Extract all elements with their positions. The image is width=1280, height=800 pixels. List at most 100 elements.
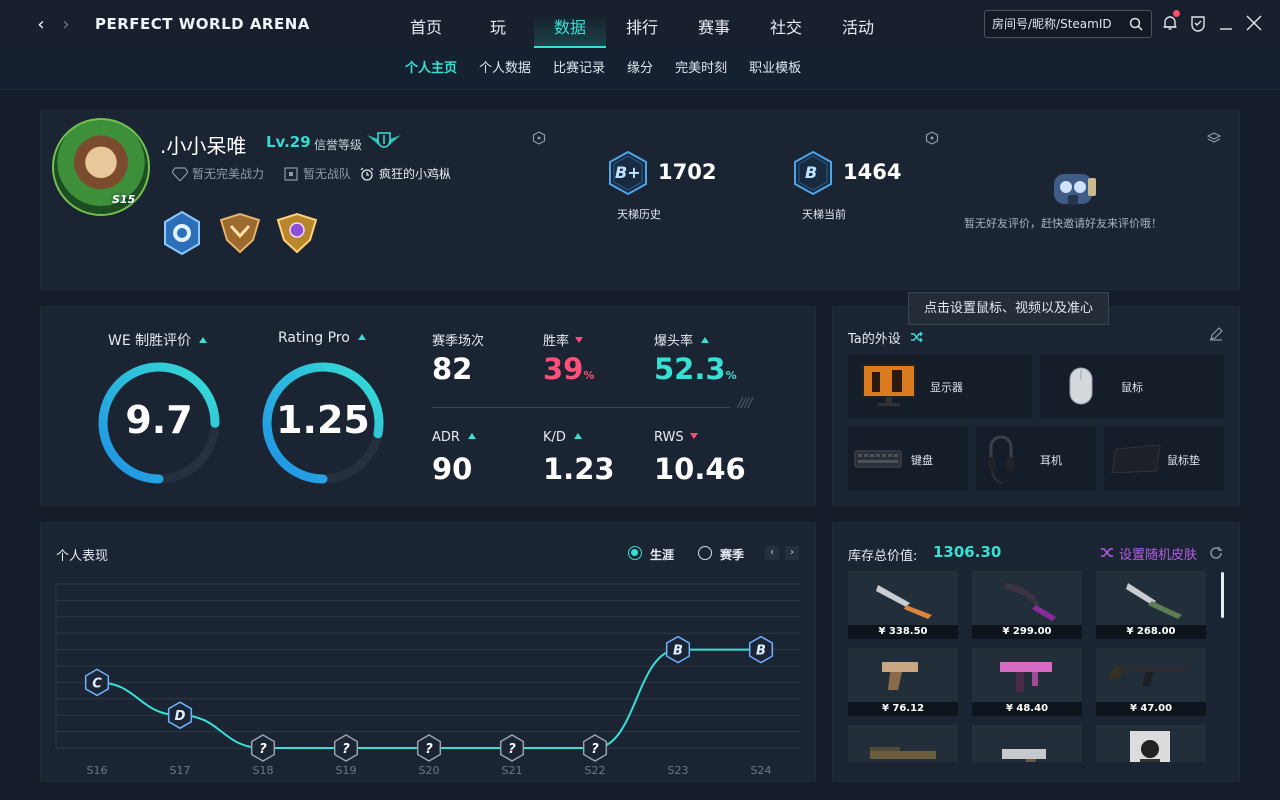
inventory-item[interactable] [1096,725,1206,762]
tab-ranking[interactable]: 排行 [606,0,678,48]
random-skin-button[interactable]: 设置随机皮肤 [1119,544,1197,563]
radio-career[interactable] [628,546,642,560]
item-price: ¥ 76.12 [848,702,958,716]
radio-season-label[interactable]: 赛季 [720,546,744,563]
tag-title[interactable]: 疯狂的小鸡枞 [359,165,451,182]
tab-activity[interactable]: 活动 [822,0,894,48]
season-tag: S15 [112,193,136,206]
data-point-S20: ? [416,734,442,762]
keyboard-icon [854,450,902,468]
notification-dot-icon [1173,10,1180,17]
forward-arrow-icon[interactable]: › [58,14,74,35]
headshot-value: 52.3% [654,352,737,386]
inventory-item[interactable]: ¥ 299.00 [972,571,1082,639]
trend-down-icon-2 [689,433,698,439]
tab-events[interactable]: 赛事 [678,0,750,48]
medal-bronze-icon[interactable] [217,210,263,256]
item-price: ¥ 338.50 [848,625,958,639]
inventory-item[interactable]: ¥ 76.12 [848,648,958,716]
edit-icon[interactable] [1209,327,1223,341]
x-tick-label: S21 [502,764,523,777]
friend-review-text: 暂无好友评价，赶快邀请好友来评价哦！ [964,217,1162,230]
shuffle-icon[interactable] [910,331,923,343]
inventory-item[interactable] [848,725,958,762]
weapon-skin-icon [1130,731,1170,762]
search-input[interactable] [992,16,1120,32]
winrate-label: 胜率 [543,330,584,349]
shield-check-icon[interactable] [1189,14,1207,32]
headshot-number: 52.3 [654,352,726,386]
headshot-unit: % [725,369,737,382]
item-price: ¥ 48.40 [972,702,1082,716]
honor-wings-icon[interactable] [365,129,403,153]
gear-keyboard[interactable]: 键盘 [848,427,968,491]
refresh-icon[interactable] [1209,546,1223,560]
tab-play[interactable]: 玩 [462,0,534,48]
kd-value: 1.23 [543,452,615,486]
tab-social[interactable]: 社交 [750,0,822,48]
headset-icon [988,435,1014,484]
gear-mouse[interactable]: 鼠标 [1040,354,1224,418]
inventory-item[interactable]: ¥ 268.00 [1096,571,1206,639]
grade-label: B [756,644,766,659]
inventory-item[interactable]: ¥ 47.00 [1096,648,1206,716]
inventory-item[interactable]: ¥ 338.50 [848,571,958,639]
gear-mousepad[interactable]: 鼠标垫 [1104,427,1224,491]
inventory-item[interactable]: ¥ 48.40 [972,648,1082,716]
search-icon[interactable] [1129,17,1143,31]
gear-headset[interactable]: 耳机 [976,427,1096,491]
avatar[interactable] [52,118,150,216]
kd-label: K/D [543,430,582,445]
winrate-number: 39 [543,352,584,386]
hex-info-icon-2[interactable] [925,131,939,145]
tag-team: 暂无战队 [283,165,351,182]
gear-monitor-label: 显示器 [930,381,963,394]
monitor-icon [862,364,916,406]
subtab-home[interactable]: 个人主页 [394,48,468,90]
mouse-icon [1069,367,1093,405]
gear-title: Ta的外设 [848,332,901,347]
weapon-skin-icon [870,747,936,759]
grade-label: ? [259,742,267,757]
mascot-gasmask-icon [1054,174,1096,205]
minimize-icon[interactable] [1217,14,1235,32]
x-tick-label: S19 [336,764,357,777]
subtab-match-history[interactable]: 比赛记录 [542,48,616,90]
back-arrow-icon[interactable]: ‹ [33,14,49,35]
medal-gold-icon[interactable] [274,210,320,256]
subtab-pro-template[interactable]: 职业模板 [738,48,812,90]
adr-label: ADR [432,430,476,445]
radio-career-label[interactable]: 生涯 [650,546,674,563]
inventory-scrollbar[interactable] [1221,572,1224,618]
main-nav: 首页 玩 数据 排行 赛事 社交 活动 [390,0,894,48]
next-page-icon[interactable]: › [785,546,799,560]
x-tick-label: S20 [419,764,440,777]
winrate-unit: % [583,369,595,382]
layers-icon[interactable] [1207,131,1221,145]
subtab-highlights[interactable]: 完美时刻 [664,48,738,90]
radio-season[interactable] [698,546,712,560]
grade-label: B [673,644,683,659]
ladder-current-score: 1464 [843,160,902,184]
data-point-S16: C [84,668,110,697]
tab-data[interactable]: 数据 [534,0,606,48]
tab-home[interactable]: 首页 [390,0,462,48]
matches-value: 82 [432,352,473,386]
gear-monitor[interactable]: 显示器 [848,354,1032,418]
close-icon[interactable] [1245,14,1263,32]
inventory-item[interactable] [972,725,1082,762]
we-rating-value: 9.7 [125,398,193,442]
grade-label: ? [508,742,516,757]
subtab-fate[interactable]: 缘分 [616,48,664,90]
tag-title-text: 疯狂的小鸡枞 [379,167,452,181]
random-shuffle-icon[interactable] [1100,546,1114,559]
data-point-S24: B [748,635,774,664]
rating-pro-value: 1.25 [276,398,370,442]
prev-page-icon[interactable]: ‹ [765,546,779,560]
hex-info-icon[interactable] [532,131,546,145]
data-point-S21: ? [499,734,525,762]
rws-label-text: RWS [654,430,684,445]
subtab-personal-data[interactable]: 个人数据 [468,48,542,90]
medal-blue-icon[interactable] [159,210,205,256]
weapon-skin-icon [1126,583,1182,619]
